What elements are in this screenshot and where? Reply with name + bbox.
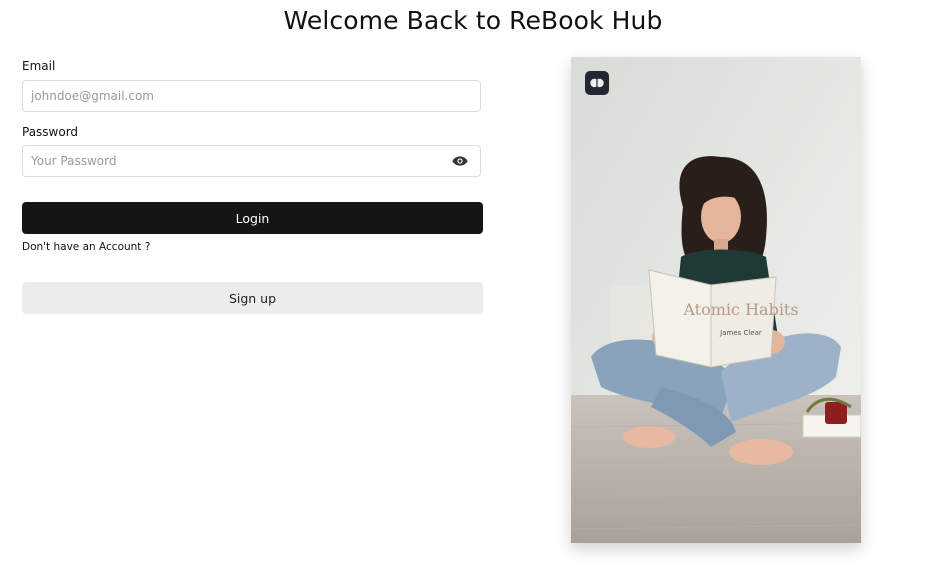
password-field-box[interactable] <box>22 145 481 177</box>
eye-icon[interactable] <box>452 155 468 167</box>
hero-image: Atomic Habits James Clear <box>571 57 861 543</box>
reading-woman-illustration: Atomic Habits James Clear <box>571 57 861 543</box>
book-author: James Clear <box>719 329 762 337</box>
email-field[interactable] <box>23 81 441 111</box>
email-label: Email <box>22 59 56 73</box>
book-title: Atomic Habits <box>682 300 798 319</box>
password-label: Password <box>22 125 79 139</box>
brain-icon <box>585 71 609 95</box>
password-field[interactable] <box>23 146 441 176</box>
email-field-box[interactable] <box>22 80 481 112</box>
signup-button[interactable]: Sign up <box>22 282 483 314</box>
login-button[interactable]: Login <box>22 202 483 234</box>
no-account-text: Don't have an Account ? <box>22 241 151 253</box>
page-title: Welcome Back to ReBook Hub <box>283 6 663 35</box>
